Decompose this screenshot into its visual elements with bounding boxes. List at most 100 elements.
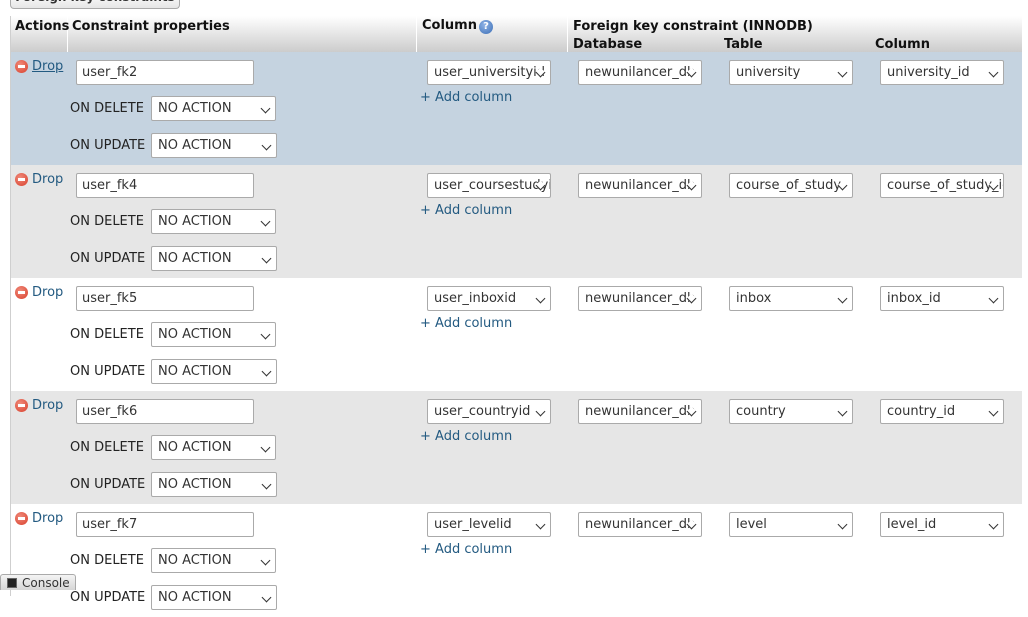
constraint-name-input[interactable] (76, 60, 254, 85)
drop-label: Drop (32, 398, 64, 413)
add-column-link[interactable]: + Add column (420, 90, 512, 105)
chevron-down-icon (535, 293, 546, 304)
column-value: user_inboxid (434, 291, 517, 306)
on-update-select[interactable]: NO ACTION (151, 246, 277, 271)
console-tab[interactable]: Console (0, 574, 76, 590)
on-update-value: NO ACTION (158, 251, 232, 266)
drop-icon (15, 512, 28, 525)
chevron-down-icon (837, 293, 848, 304)
ref-column-select[interactable]: university_id (880, 60, 1004, 85)
column-select[interactable]: user_inboxid (427, 286, 551, 311)
help-icon[interactable]: ? (479, 20, 493, 34)
chevron-down-icon (988, 519, 999, 530)
ref-column-value: course_of_study_id (887, 178, 1004, 193)
table-row: Drop ON DELETE NO ACTION ON UPDATE NO ACTION… (11, 391, 1022, 504)
drop-icon (15, 173, 28, 186)
column-select[interactable]: user_universityid (427, 60, 551, 85)
chevron-down-icon (535, 519, 546, 530)
chevron-down-icon (261, 366, 272, 377)
drop-button[interactable]: Drop (15, 398, 63, 413)
add-column-link[interactable]: + Add column (420, 316, 512, 331)
ref-column-select[interactable]: level_id (880, 512, 1004, 537)
on-delete-value: NO ACTION (158, 214, 232, 229)
table-row: Drop ON DELETE NO ACTION ON UPDATE NO ACTION… (11, 52, 1022, 165)
add-column-link[interactable]: + Add column (420, 203, 512, 218)
chevron-down-icon (261, 140, 272, 151)
constraint-name-input[interactable] (76, 512, 254, 537)
on-update-label: ON UPDATE (70, 477, 146, 492)
on-update-value: NO ACTION (158, 590, 232, 605)
chevron-down-icon (260, 442, 271, 453)
on-delete-value: NO ACTION (158, 327, 232, 342)
ref-column-select[interactable]: inbox_id (880, 286, 1004, 311)
table-row: Drop ON DELETE NO ACTION ON UPDATE NO ACTION… (11, 165, 1022, 278)
on-delete-select[interactable]: NO ACTION (151, 96, 276, 121)
table-select[interactable]: course_of_study (729, 173, 853, 198)
on-update-label: ON UPDATE (70, 138, 146, 153)
constraint-name-input[interactable] (76, 286, 254, 311)
on-delete-value: NO ACTION (158, 101, 232, 116)
table-row: Drop ON DELETE NO ACTION ON UPDATE NO ACTION… (11, 278, 1022, 391)
drop-button[interactable]: Drop (15, 172, 63, 187)
database-select[interactable]: newunilancer_db (578, 286, 702, 311)
database-value: newunilancer_db (585, 291, 696, 306)
database-select[interactable]: newunilancer_db (578, 173, 702, 198)
column-select[interactable]: user_levelid (427, 512, 551, 537)
table-select[interactable]: country (729, 399, 853, 424)
on-delete-select[interactable]: NO ACTION (151, 435, 276, 460)
constraint-name-input[interactable] (76, 173, 254, 198)
database-select[interactable]: newunilancer_db (578, 399, 702, 424)
on-delete-label: ON DELETE (70, 440, 144, 455)
on-update-select[interactable]: NO ACTION (151, 359, 277, 384)
drop-icon (15, 60, 28, 73)
column-select[interactable]: user_countryid (427, 399, 551, 424)
on-delete-label: ON DELETE (70, 553, 144, 568)
table-value: level (736, 517, 767, 532)
chevron-down-icon (535, 406, 546, 417)
on-delete-select[interactable]: NO ACTION (151, 322, 276, 347)
database-select[interactable]: newunilancer_db (578, 60, 702, 85)
ref-column-select[interactable]: course_of_study_id (880, 173, 1004, 198)
fieldset-legend-tab: Foreign key constraints (10, 0, 180, 9)
add-column-link[interactable]: + Add column (420, 429, 512, 444)
ref-column-value: level_id (887, 517, 937, 532)
chevron-down-icon (261, 479, 272, 490)
chevron-down-icon (988, 293, 999, 304)
column-value: user_universityid (434, 65, 546, 80)
drop-button[interactable]: Drop (15, 511, 63, 526)
constraint-name-input[interactable] (76, 399, 254, 424)
on-delete-select[interactable]: NO ACTION (151, 548, 276, 573)
drop-button[interactable]: Drop (15, 59, 63, 74)
table-select[interactable]: level (729, 512, 853, 537)
on-update-select[interactable]: NO ACTION (151, 472, 277, 497)
on-update-select[interactable]: NO ACTION (151, 585, 277, 610)
on-update-select[interactable]: NO ACTION (151, 133, 277, 158)
ref-column-select[interactable]: country_id (880, 399, 1004, 424)
table-header: Actions Constraint properties Column ? F… (11, 16, 1022, 52)
table-select[interactable]: inbox (729, 286, 853, 311)
on-update-value: NO ACTION (158, 138, 232, 153)
chevron-down-icon (261, 253, 272, 264)
column-select[interactable]: user_coursestudyid (427, 173, 551, 198)
on-delete-value: NO ACTION (158, 440, 232, 455)
header-database: Database (573, 37, 643, 52)
database-select[interactable]: newunilancer_db (578, 512, 702, 537)
add-column-link[interactable]: + Add column (420, 542, 512, 557)
drop-button[interactable]: Drop (15, 285, 63, 300)
on-delete-select[interactable]: NO ACTION (151, 209, 276, 234)
drop-icon (15, 286, 28, 299)
table-row: Drop ON DELETE NO ACTION ON UPDATE NO ACTION… (11, 504, 1022, 617)
header-constraint-properties: Constraint properties (72, 19, 230, 34)
ref-column-value: university_id (887, 65, 970, 80)
chevron-down-icon (988, 67, 999, 78)
drop-label: Drop (32, 285, 64, 300)
header-actions: Actions (15, 19, 70, 34)
column-value: user_coursestudyid (434, 178, 551, 193)
console-label: Console (22, 576, 70, 590)
chevron-down-icon (837, 67, 848, 78)
table-select[interactable]: university (729, 60, 853, 85)
drop-label: Drop (32, 59, 64, 74)
database-value: newunilancer_db (585, 404, 696, 419)
drop-label: Drop (32, 511, 64, 526)
table-value: course_of_study (736, 178, 842, 193)
